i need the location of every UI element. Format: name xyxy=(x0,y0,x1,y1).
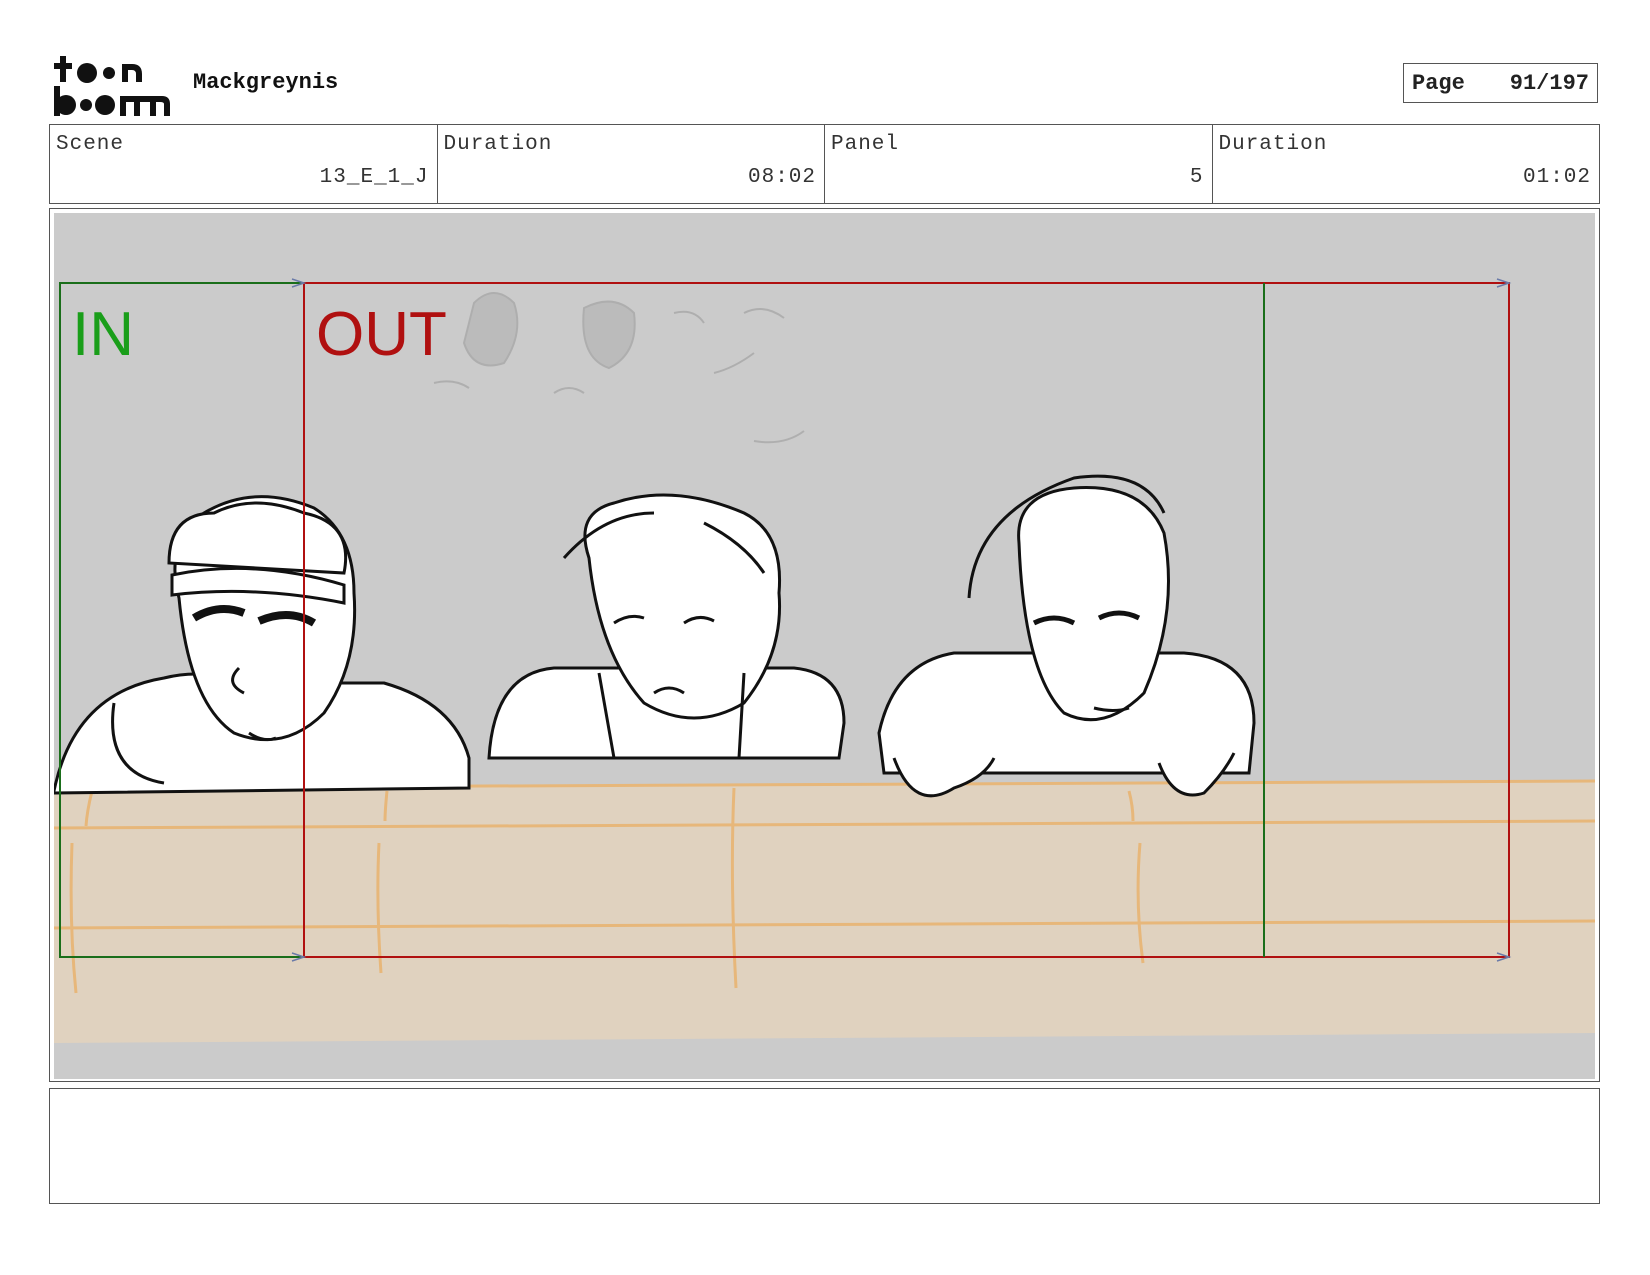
panel-value: 5 xyxy=(1189,166,1204,189)
scene-cell: Scene 13_E_1_J xyxy=(50,125,438,203)
scene-duration-value: 08:02 xyxy=(747,166,816,189)
page-label: Page xyxy=(1412,70,1465,96)
page-number: 91/197 xyxy=(1509,70,1589,96)
toon-boom-logo xyxy=(54,52,172,118)
scene-duration-label: Duration xyxy=(443,133,553,156)
panel-cell: Panel 5 xyxy=(825,125,1213,203)
scene-value: 13_E_1_J xyxy=(319,166,429,189)
panel-duration-label: Duration xyxy=(1218,133,1328,156)
panel-info-bar: Scene 13_E_1_J Duration 08:02 Panel 5 Du… xyxy=(49,124,1600,204)
in-label: IN xyxy=(72,300,134,369)
logo-mark xyxy=(54,56,170,116)
scene-duration-cell: Duration 08:02 xyxy=(438,125,825,203)
page-indicator: Page 91/197 xyxy=(1403,63,1598,103)
panel-drawing: IN OUT xyxy=(54,213,1595,1079)
counter-wall xyxy=(54,781,1595,1043)
project-title: Mackgreynis xyxy=(193,70,339,95)
scene-label: Scene xyxy=(56,133,125,156)
panel-label: Panel xyxy=(831,133,900,156)
panel-duration-cell: Duration 01:02 xyxy=(1213,125,1600,203)
panel-duration-value: 01:02 xyxy=(1522,166,1591,189)
storyboard-panel: IN OUT xyxy=(49,208,1600,1082)
out-label: OUT xyxy=(316,300,447,369)
caption-box xyxy=(49,1088,1600,1204)
